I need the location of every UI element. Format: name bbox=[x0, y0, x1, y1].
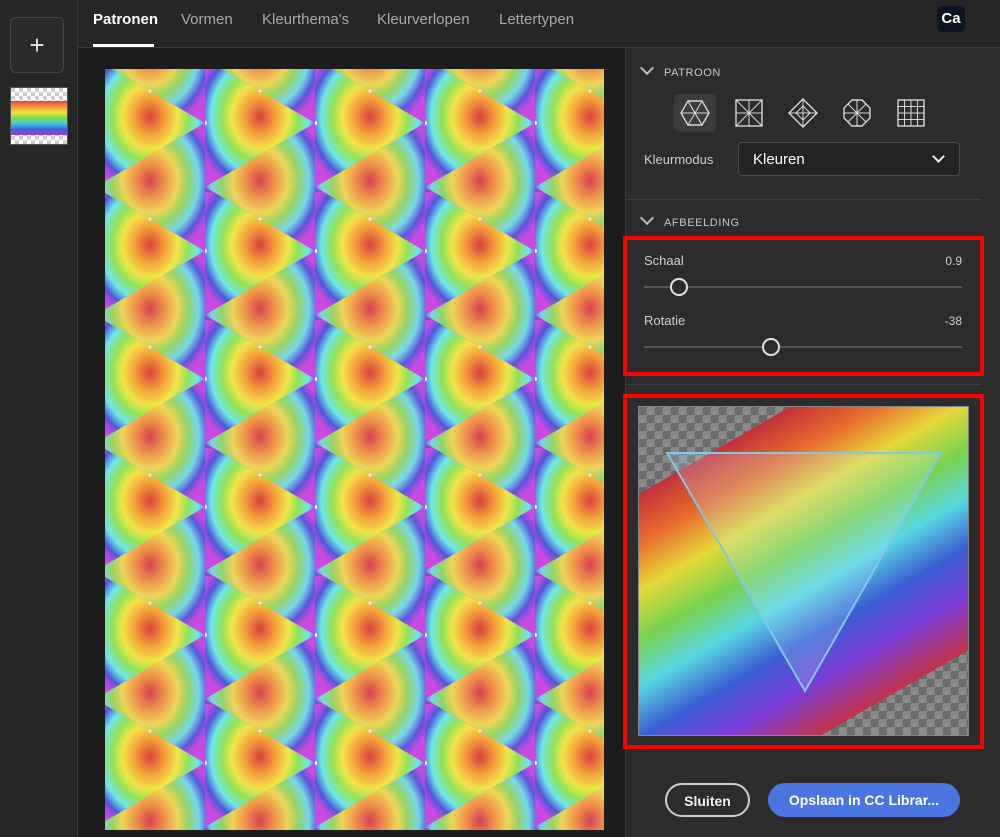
pattern-canvas[interactable] bbox=[105, 69, 604, 830]
add-capture-button[interactable]: + bbox=[10, 17, 64, 73]
octagon-pattern-icon bbox=[843, 99, 871, 127]
tab-kleurthemas[interactable]: Kleurthema's bbox=[262, 11, 349, 28]
capture-app-logo[interactable]: Ca bbox=[937, 6, 965, 32]
chevron-down-icon bbox=[639, 210, 655, 226]
canvas-area bbox=[78, 48, 625, 837]
plus-icon: + bbox=[29, 30, 45, 60]
square-pattern-icon bbox=[735, 99, 763, 127]
preview-highlight-box bbox=[623, 394, 984, 749]
top-tab-bar: Patronen Vormen Kleurthema's Kleurverlop… bbox=[78, 0, 1000, 48]
slider-highlight-box bbox=[623, 236, 984, 376]
hexagon-pattern-button[interactable] bbox=[674, 94, 716, 132]
hexagon-pattern-icon bbox=[680, 100, 710, 126]
grid-pattern-icon bbox=[897, 99, 925, 127]
capture-thumbnail[interactable] bbox=[10, 87, 68, 145]
pattern-section-header[interactable]: PATROON bbox=[639, 60, 721, 79]
section-divider bbox=[626, 384, 981, 385]
square-pattern-button[interactable] bbox=[728, 94, 770, 132]
close-button[interactable]: Sluiten bbox=[665, 783, 750, 817]
octagon-pattern-button[interactable] bbox=[836, 94, 878, 132]
color-mode-label: Kleurmodus bbox=[644, 152, 714, 167]
image-section-header[interactable]: AFBEELDING bbox=[639, 210, 740, 229]
rainbow-swatch-icon bbox=[11, 101, 67, 135]
grid-pattern-button[interactable] bbox=[890, 94, 932, 132]
active-tab-indicator bbox=[93, 44, 154, 47]
left-sidebar: + bbox=[0, 0, 78, 837]
section-divider bbox=[626, 199, 981, 200]
chevron-down-icon bbox=[932, 150, 945, 163]
tab-lettertypen[interactable]: Lettertypen bbox=[499, 11, 574, 28]
tab-patronen[interactable]: Patronen bbox=[93, 11, 158, 28]
color-mode-value: Kleuren bbox=[753, 151, 805, 168]
diamond-pattern-icon bbox=[788, 98, 818, 128]
pattern-section-title: PATROON bbox=[664, 67, 721, 79]
chevron-down-icon bbox=[639, 60, 655, 76]
color-mode-select[interactable]: Kleuren bbox=[738, 142, 960, 176]
tab-kleurverlopen[interactable]: Kleurverlopen bbox=[377, 11, 470, 28]
diamond-pattern-button[interactable] bbox=[782, 94, 824, 132]
save-to-cc-libraries-button[interactable]: Opslaan in CC Librar... bbox=[768, 783, 960, 817]
image-section-title: AFBEELDING bbox=[664, 217, 740, 229]
tab-vormen[interactable]: Vormen bbox=[181, 11, 233, 28]
